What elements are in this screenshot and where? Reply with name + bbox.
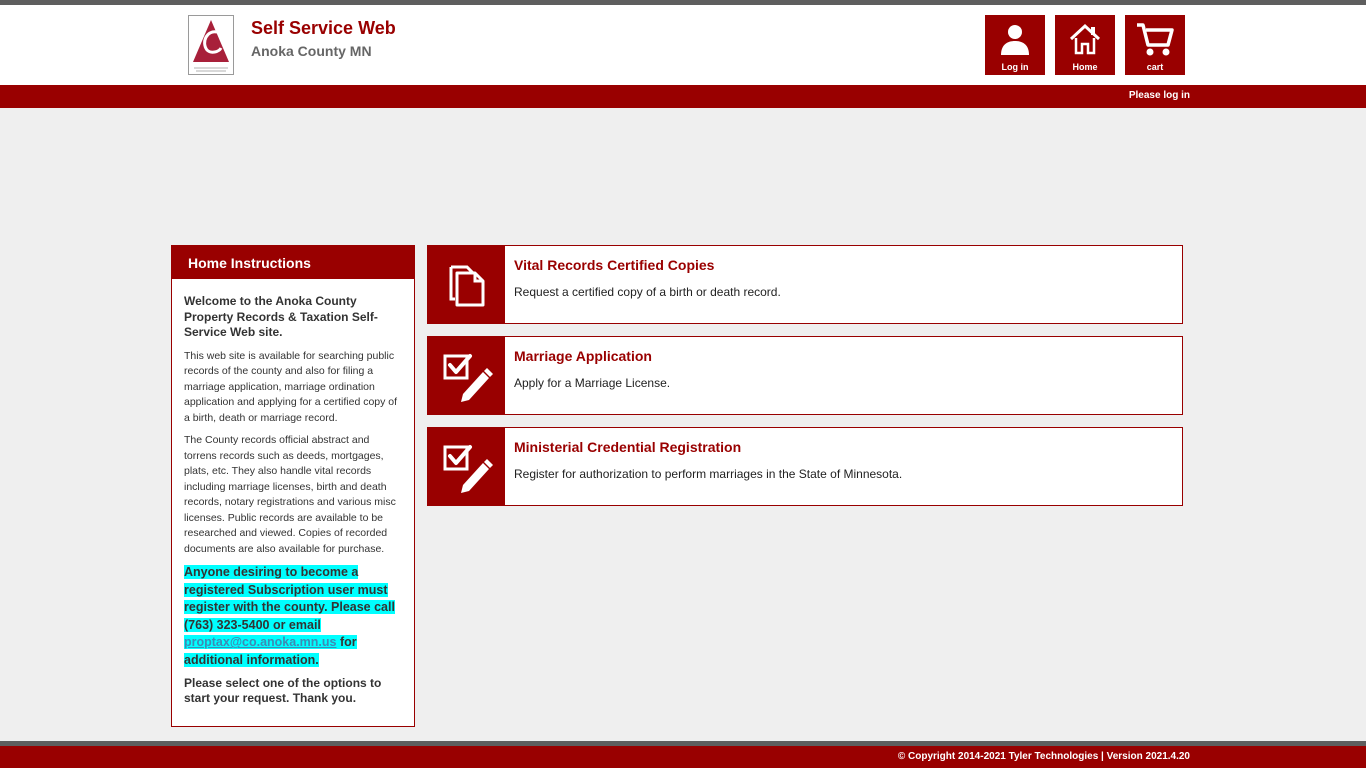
checkbox-pencil-icon — [428, 428, 505, 505]
login-label: Log in — [1001, 62, 1029, 72]
copyright-text: © Copyright 2014-2021 Tyler Technologies… — [897, 751, 1190, 762]
site-subtitle: Anoka County MN — [251, 43, 372, 59]
instructions-paragraph-2: The County records official abstract and… — [184, 434, 396, 555]
user-icon — [985, 21, 1045, 59]
card-title: Ministerial Credential Registration — [514, 439, 742, 455]
site-title: Self Service Web — [251, 18, 396, 38]
closing-text: Please select one of the options to star… — [184, 675, 382, 706]
login-button[interactable]: Log in — [985, 15, 1045, 75]
card-description: Request a certified copy of a birth or d… — [514, 285, 781, 299]
cart-label: cart — [1146, 62, 1164, 72]
documents-icon — [428, 246, 505, 323]
card-title: Vital Records Certified Copies — [514, 257, 715, 273]
vital-records-card[interactable]: Vital Records Certified Copies Request a… — [427, 245, 1183, 324]
instructions-paragraph-1: This web site is available for searching… — [184, 349, 398, 424]
status-bar: Please log in — [0, 85, 1366, 108]
card-title: Marriage Application — [514, 348, 652, 364]
login-status-link[interactable]: Please log in — [1129, 90, 1190, 101]
county-logo[interactable] — [188, 15, 234, 75]
ministerial-credential-card[interactable]: Ministerial Credential Registration Regi… — [427, 427, 1183, 506]
panel-heading: Home Instructions — [172, 246, 414, 279]
home-label: Home — [1072, 62, 1098, 72]
cart-icon — [1125, 21, 1185, 59]
card-description: Register for authorization to perform ma… — [514, 467, 903, 481]
card-description: Apply for a Marriage License. — [514, 376, 671, 390]
subscription-notice-text: Anyone desiring to become a registered S… — [184, 565, 395, 632]
home-instructions-panel: Home Instructions Welcome to the Anoka C… — [171, 245, 415, 727]
welcome-text: Welcome to the Anoka County Property Rec… — [184, 294, 378, 339]
checkbox-pencil-icon — [428, 337, 505, 414]
email-link[interactable]: proptax@co.anoka.mn.us — [184, 635, 337, 650]
subscription-notice: Anyone desiring to become a registered S… — [184, 564, 402, 670]
home-button[interactable]: Home — [1055, 15, 1115, 75]
home-icon — [1055, 21, 1115, 59]
footer: © Copyright 2014-2021 Tyler Technologies… — [0, 746, 1366, 768]
cart-button[interactable]: cart — [1125, 15, 1185, 75]
panel-body: Welcome to the Anoka County Property Rec… — [172, 279, 414, 707]
header: Self Service Web Anoka County MN Log in … — [0, 5, 1366, 85]
marriage-application-card[interactable]: Marriage Application Apply for a Marriag… — [427, 336, 1183, 415]
